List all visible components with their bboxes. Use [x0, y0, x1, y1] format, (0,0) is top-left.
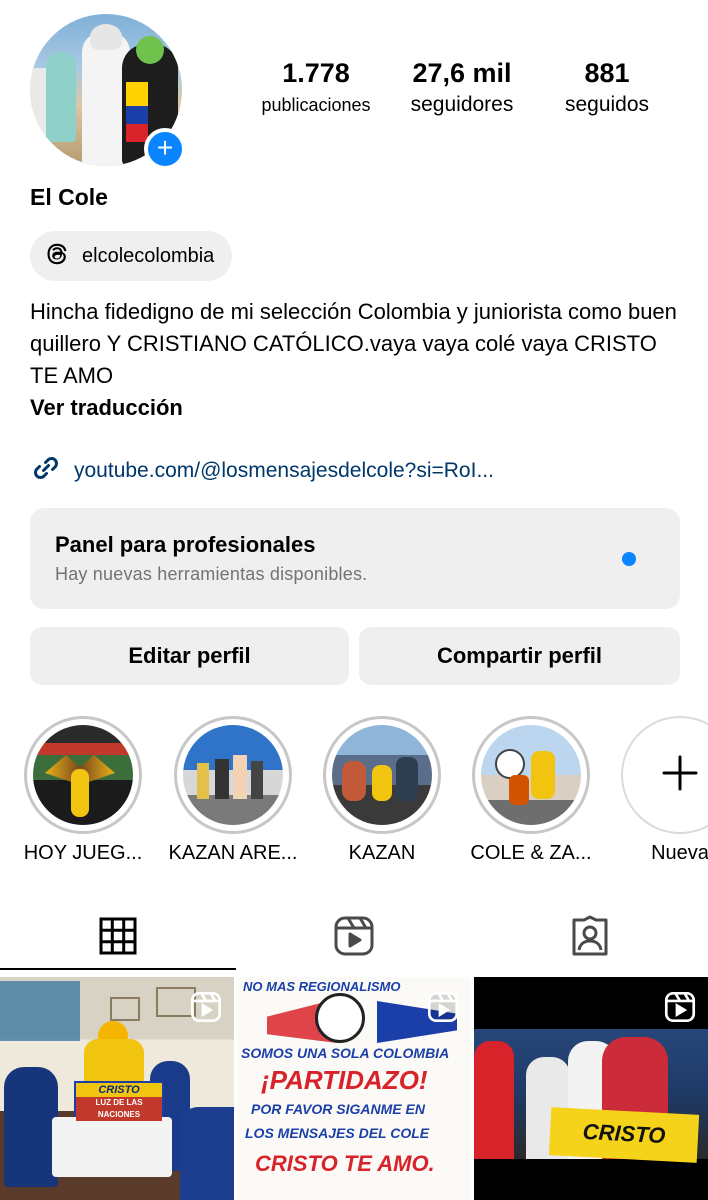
profile-avatar[interactable]: +	[30, 14, 186, 170]
grid-icon	[98, 916, 138, 961]
stat-followers[interactable]: 27,6 mil seguidores	[394, 56, 530, 120]
post-thumbnail[interactable]: CRISTO LUZ DE LAS NACIONES	[0, 977, 234, 1200]
edit-profile-button[interactable]: Editar perfil	[30, 627, 349, 685]
stat-followers-label: seguidores	[410, 93, 514, 116]
share-profile-button[interactable]: Compartir perfil	[359, 627, 680, 685]
stat-posts[interactable]: 1.778 publicaciones	[250, 56, 382, 120]
post-text-line1: SOMOS UNA SOLA COLOMBIA	[241, 1045, 450, 1061]
stat-posts-label: publicaciones	[261, 95, 371, 115]
profile-bio: Hincha fidedigno de mi selección Colombi…	[30, 299, 677, 388]
panel-title: Panel para profesionales	[55, 532, 316, 557]
panel-subtitle: Hay nuevas herramientas disponibles.	[55, 564, 368, 584]
post-text-line5: CRISTO TE AMO.	[255, 1151, 435, 1176]
tab-reels[interactable]	[332, 916, 376, 960]
post-banner-text: CRISTO	[582, 1118, 667, 1149]
reel-badge-icon	[664, 991, 696, 1023]
stat-following-label: seguidos	[564, 93, 650, 116]
active-tab-indicator	[0, 968, 236, 970]
reel-badge-icon	[427, 991, 459, 1023]
notification-dot	[622, 552, 636, 566]
highlight-item[interactable]: KAZAN	[323, 716, 441, 864]
stat-followers-value: 27,6 mil	[412, 58, 512, 88]
threads-handle: elcolecolombia	[82, 244, 215, 267]
highlight-item[interactable]: HOY JUEG...	[24, 716, 142, 864]
post-banner-text: CRISTO	[98, 1084, 140, 1096]
stat-following[interactable]: 881 seguidos	[550, 56, 664, 120]
post-banner-subtext: LUZ DE LAS NACIONES	[76, 1097, 162, 1121]
post-thumbnail[interactable]: CRISTO	[474, 977, 708, 1200]
link-icon	[30, 452, 62, 489]
professional-dashboard[interactable]: Panel para profesionales Hay nuevas herr…	[30, 508, 680, 609]
threads-badge[interactable]: elcolecolombia	[30, 231, 233, 281]
post-text-line3: POR FAVOR SIGANME EN	[251, 1101, 425, 1117]
add-story-plus-icon[interactable]: +	[144, 128, 186, 170]
profile-name: El Cole	[30, 184, 108, 210]
profile-link[interactable]: youtube.com/@losmensajesdelcole?si=RoI..…	[30, 452, 494, 489]
tab-posts-grid[interactable]	[96, 916, 140, 960]
new-highlight-button[interactable]: Nueva	[621, 716, 708, 864]
posts-grid: CRISTO LUZ DE LAS NACIONES NO MAS REGION…	[0, 977, 708, 1200]
stat-following-value: 881	[584, 58, 630, 88]
plus-icon	[660, 753, 700, 798]
highlight-item[interactable]: KAZAN ARE...	[169, 716, 297, 864]
reel-badge-icon	[190, 991, 222, 1023]
profile-link-text[interactable]: youtube.com/@losmensajesdelcole?si=RoI..…	[74, 459, 494, 483]
stat-posts-value: 1.778	[282, 58, 350, 88]
threads-icon	[44, 241, 70, 272]
post-text-line4: LOS MENSAJES DEL COLE	[245, 1125, 430, 1141]
highlight-item[interactable]: COLE & ZA...	[470, 716, 592, 864]
profile-tabs	[0, 906, 708, 970]
tab-tagged[interactable]	[568, 915, 612, 962]
post-thumbnail[interactable]: NO MAS REGIONALISMO SOMOS UNA SOLA COLOM…	[237, 977, 471, 1200]
tagged-person-icon	[569, 915, 611, 962]
see-translation-link[interactable]: Ver traducción	[30, 392, 183, 424]
reels-icon	[333, 915, 375, 962]
post-text-line2: ¡PARTIDAZO!	[261, 1065, 428, 1095]
highlight-label: Nueva	[651, 842, 708, 864]
